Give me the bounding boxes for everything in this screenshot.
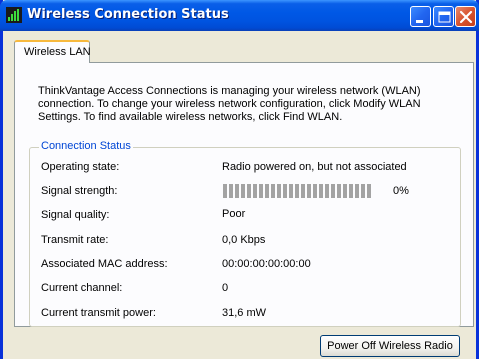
signal-quality-label: Signal quality: bbox=[41, 209, 110, 221]
title-bar[interactable]: Wireless Connection Status bbox=[0, 0, 479, 31]
close-button[interactable] bbox=[455, 6, 476, 27]
window-title: Wireless Connection Status bbox=[27, 7, 229, 22]
signal-strength-value: 0% bbox=[393, 185, 409, 197]
transmit-rate-label: Transmit rate: bbox=[41, 234, 109, 246]
dialog-window: Wireless Connection Status Wireless LAN … bbox=[0, 0, 479, 359]
wireless-lan-panel: ThinkVantage Access Connections is manag… bbox=[14, 62, 474, 327]
signal-strength-bar bbox=[223, 184, 373, 198]
signal-quality-value: Poor bbox=[222, 208, 246, 220]
close-icon bbox=[459, 10, 473, 24]
transmit-power-value: 31,6 mW bbox=[222, 307, 267, 319]
transmit-rate-value: 0,0 Kbps bbox=[222, 234, 266, 246]
mac-address-label: Associated MAC address: bbox=[41, 258, 168, 270]
power-off-wireless-radio-button[interactable]: Power Off Wireless Radio bbox=[320, 335, 460, 357]
tab-label: Wireless LAN bbox=[24, 46, 91, 58]
minimize-button[interactable] bbox=[410, 6, 431, 27]
operating-state-label: Operating state: bbox=[41, 161, 120, 173]
signal-strength-label: Signal strength: bbox=[41, 185, 118, 197]
current-channel-value: 0 bbox=[222, 282, 229, 294]
current-channel-label: Current channel: bbox=[41, 282, 123, 294]
group-title: Connection Status bbox=[39, 140, 133, 152]
minimize-icon bbox=[416, 20, 423, 23]
tab-wireless-lan[interactable]: Wireless LAN bbox=[14, 40, 91, 63]
maximize-icon bbox=[438, 11, 451, 23]
description-text: ThinkVantage Access Connections is manag… bbox=[38, 85, 421, 123]
signal-strength-icon bbox=[6, 7, 22, 23]
mac-address-value: 00:00:00:00:00:00 bbox=[222, 258, 311, 270]
transmit-power-label: Current transmit power: bbox=[41, 307, 156, 319]
connection-status-group: Connection Status Operating state: Radio… bbox=[29, 140, 461, 327]
maximize-button[interactable] bbox=[433, 6, 454, 27]
operating-state-value: Radio powered on, but not associated bbox=[222, 161, 407, 173]
